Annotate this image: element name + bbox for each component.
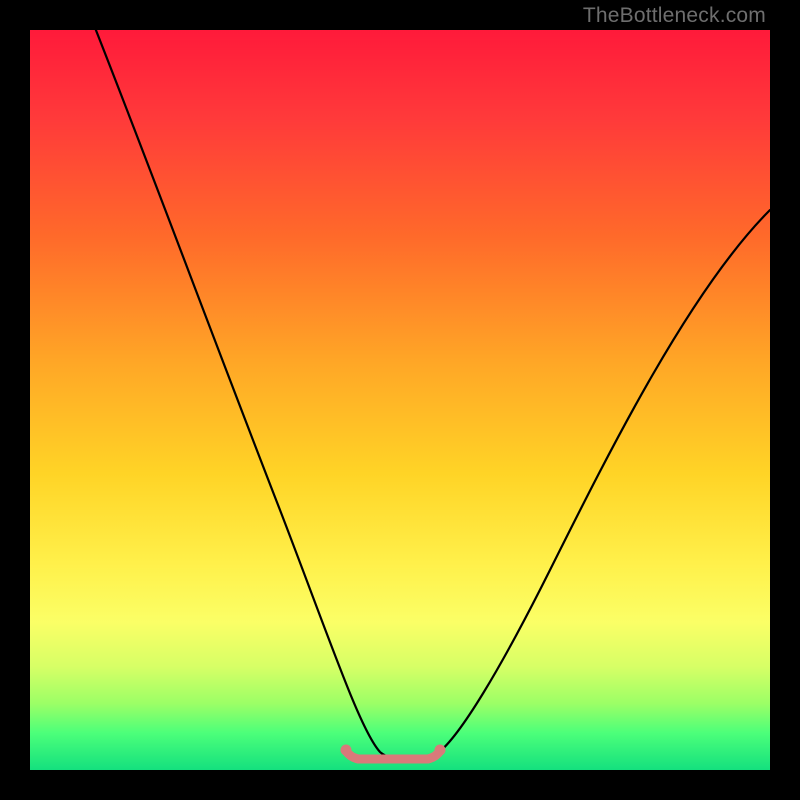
bottleneck-curve (84, 30, 770, 760)
watermark-text: TheBottleneck.com (583, 4, 766, 28)
chart-frame: TheBottleneck.com (0, 0, 800, 800)
flat-region-dot-right (435, 745, 446, 756)
flat-region-dot-left (341, 745, 352, 756)
flat-region-marker (346, 751, 440, 759)
plot-area (30, 30, 770, 770)
chart-svg (30, 30, 770, 770)
